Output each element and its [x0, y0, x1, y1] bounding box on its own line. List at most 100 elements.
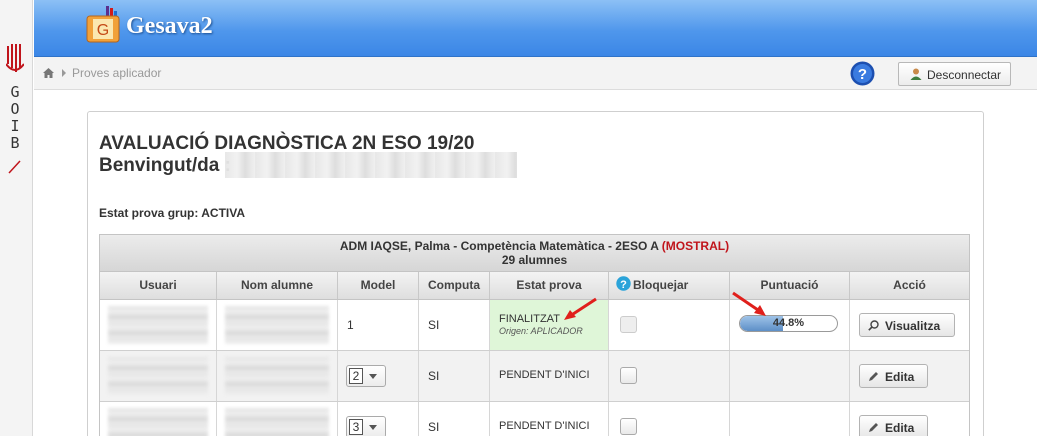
- logout-button[interactable]: Desconnectar: [898, 62, 1011, 86]
- cell-computa: SI: [419, 351, 490, 401]
- home-icon[interactable]: [43, 68, 54, 78]
- cell-accio: Edita: [850, 351, 969, 401]
- col-header-estat[interactable]: Estat prova: [490, 272, 609, 299]
- redacted-student-name: [225, 357, 329, 395]
- model-select[interactable]: 2: [346, 365, 386, 387]
- pencil-icon: [869, 372, 878, 381]
- col-header-accio[interactable]: Acció: [850, 272, 969, 299]
- model-select-value: 3: [349, 419, 363, 435]
- chevron-down-icon: [369, 425, 377, 430]
- cell-nom: [217, 402, 338, 436]
- model-select-value: 2: [349, 368, 363, 384]
- svg-text:?: ?: [858, 66, 867, 83]
- goib-emblem-icon: [6, 44, 24, 72]
- logout-label: Desconnectar: [927, 68, 1002, 82]
- col-header-computa[interactable]: Computa: [419, 272, 490, 299]
- cell-nom: [217, 300, 338, 350]
- goib-slash-icon: [8, 160, 21, 174]
- cell-bloquejar: [609, 351, 730, 401]
- computa-value: SI: [428, 420, 440, 434]
- user-icon: [910, 68, 922, 80]
- breadcrumb-current: Proves aplicador: [72, 66, 162, 80]
- computa-value: SI: [428, 318, 440, 332]
- cell-computa: SI: [419, 300, 490, 350]
- lock-checkbox: [620, 316, 637, 333]
- help-icon[interactable]: ?: [850, 61, 875, 86]
- chevron-right-icon: [62, 69, 66, 77]
- cell-usuari: [100, 300, 217, 350]
- redacted-student-name: [225, 306, 329, 344]
- col-header-bloquejar[interactable]: ? Bloquejar: [609, 272, 730, 299]
- redacted-student-name: [225, 408, 329, 436]
- cell-puntuacio: [730, 351, 850, 401]
- cell-estat: PENDENT D'INICI: [490, 402, 609, 436]
- cell-model: 1: [338, 300, 419, 350]
- caption-title: ADM IAQSE, Palma - Competència Matemàtic…: [339, 239, 662, 253]
- table-row: 3 SI PENDENT D'INICI Edita: [100, 402, 969, 436]
- table-row: 2 SI PENDENT D'INICI Edita: [100, 351, 969, 402]
- edit-button-label: Edita: [885, 421, 915, 435]
- table-caption: ADM IAQSE, Palma - Competència Matemàtic…: [100, 235, 969, 272]
- mostral-badge: (MOSTRAL): [661, 239, 730, 253]
- edit-button-label: Edita: [885, 370, 915, 384]
- goib-letter: G: [10, 83, 20, 101]
- cell-estat: PENDENT D'INICI: [490, 351, 609, 401]
- annotation-arrow-icon: [564, 297, 597, 320]
- model-value: 1: [347, 318, 354, 332]
- cell-usuari: [100, 351, 217, 401]
- redacted-user-name: [225, 152, 517, 178]
- table-row: 1 SI FINALITZAT Origen: APLICADOR 44.8%: [100, 300, 969, 351]
- cell-puntuacio: [730, 402, 850, 436]
- table-header: Usuari Nom alumne Model Computa Estat pr…: [100, 272, 969, 300]
- search-icon: [868, 320, 879, 331]
- state-origin: Origen: APLICADOR: [499, 326, 583, 336]
- state-label: PENDENT D'INICI: [499, 369, 590, 381]
- chevron-down-icon: [369, 374, 377, 379]
- view-button-label: Visualitza: [885, 319, 941, 333]
- goib-letter: B: [10, 134, 20, 152]
- goib-letter: I: [10, 117, 20, 135]
- state-label: FINALITZAT: [499, 313, 560, 325]
- edit-button[interactable]: Edita: [859, 364, 928, 388]
- lock-checkbox[interactable]: [620, 418, 637, 435]
- redacted-user: [108, 306, 208, 344]
- cell-bloquejar: [609, 402, 730, 436]
- students-table: ADM IAQSE, Palma - Competència Matemàtic…: [99, 234, 970, 436]
- lock-checkbox[interactable]: [620, 367, 637, 384]
- goib-sidebar: G O I B: [0, 0, 33, 436]
- cell-bloquejar: [609, 300, 730, 350]
- model-select[interactable]: 3: [346, 416, 386, 436]
- test-panel: AVALUACIÓ DIAGNÒSTICA 2N ESO 19/20 Benvi…: [87, 111, 984, 436]
- bloquejar-label: Bloquejar: [633, 278, 689, 292]
- group-status: Estat prova grup: ACTIVA: [99, 206, 246, 220]
- state-label: PENDENT D'INICI: [499, 420, 590, 432]
- pencil-icon: [869, 423, 878, 432]
- svg-text:G: G: [97, 22, 109, 39]
- edit-button[interactable]: Edita: [859, 415, 928, 436]
- app-header: G Gesava2: [34, 0, 1037, 57]
- redacted-user: [108, 357, 208, 395]
- cell-model: 2: [338, 351, 419, 401]
- cell-nom: [217, 351, 338, 401]
- computa-value: SI: [428, 369, 440, 383]
- cell-accio: Visualitza: [850, 300, 969, 350]
- gesava-logo-icon[interactable]: G: [84, 6, 122, 44]
- cell-accio: Edita: [850, 402, 969, 436]
- app-title[interactable]: Gesava2: [126, 13, 213, 40]
- breadcrumb-bar: Proves aplicador ? Desconnectar: [34, 57, 1037, 90]
- cell-usuari: [100, 402, 217, 436]
- goib-wordmark: G O I B: [8, 84, 22, 152]
- welcome-label: Benvingut/da :: [99, 155, 231, 176]
- goib-letter: O: [10, 100, 20, 118]
- redacted-user: [108, 408, 208, 436]
- score-label: 44.8%: [772, 317, 805, 329]
- svg-text:?: ?: [620, 279, 627, 291]
- cell-computa: SI: [419, 402, 490, 436]
- view-button[interactable]: Visualitza: [859, 313, 955, 337]
- help-icon[interactable]: ?: [616, 276, 631, 291]
- col-header-nom[interactable]: Nom alumne: [217, 272, 338, 299]
- col-header-usuari[interactable]: Usuari: [100, 272, 217, 299]
- col-header-model[interactable]: Model: [338, 272, 419, 299]
- annotation-arrow-icon: [732, 291, 766, 316]
- cell-model: 3: [338, 402, 419, 436]
